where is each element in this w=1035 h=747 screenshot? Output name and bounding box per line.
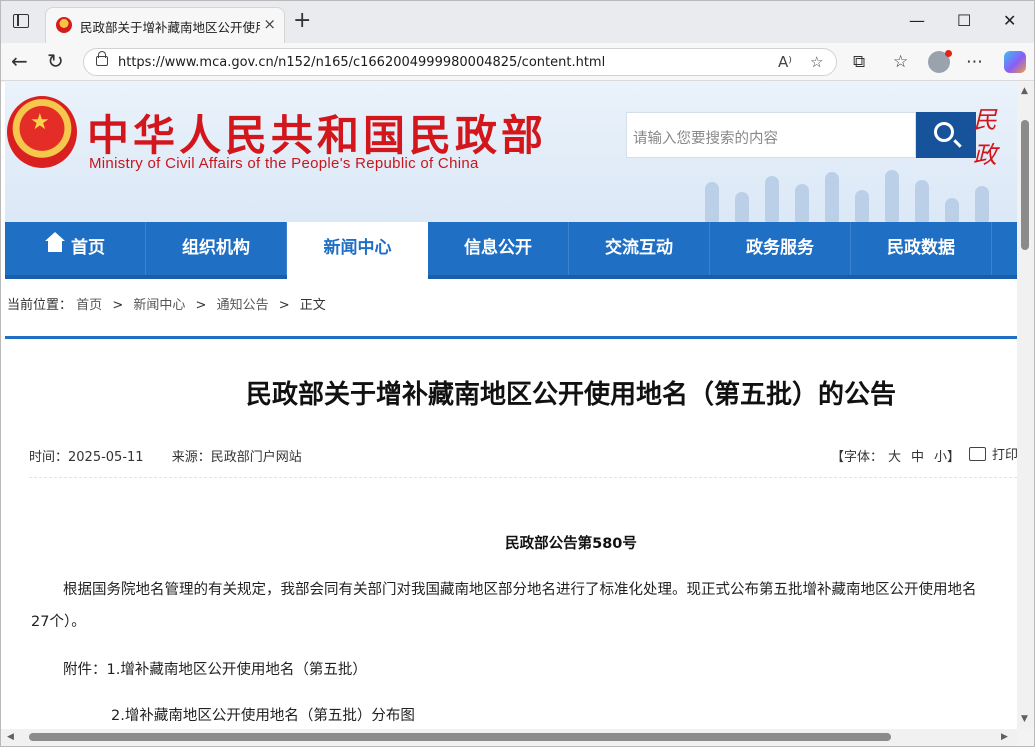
breadcrumb-news[interactable]: 新闻中心 — [133, 298, 185, 313]
lock-icon[interactable] — [96, 51, 108, 66]
menu-item-services[interactable]: 政务服务 — [710, 222, 851, 275]
menu-item-organization[interactable]: 组织机构 — [146, 222, 287, 275]
print-button[interactable]: 打印 — [969, 444, 1017, 463]
page-viewport: 中华人民共和国民政部 Ministry of Civil Affairs of … — [1, 82, 1017, 729]
print-label: 打印 — [992, 448, 1017, 463]
new-tab-button[interactable]: + — [293, 10, 311, 32]
copilot-icon[interactable] — [1004, 51, 1026, 73]
breadcrumb-notices[interactable]: 通知公告 — [217, 298, 269, 313]
browser-tab[interactable]: 民政部关于增补藏南地区公开使用地名 × — [45, 7, 285, 43]
article-source: 来源：民政部门户网站 — [171, 450, 302, 465]
breadcrumb-prefix: 当前位置： — [7, 298, 73, 313]
font-small-button[interactable]: 小】 — [934, 450, 960, 465]
article-meta: 时间：2025-05-11 来源：民政部门户网站 — [29, 446, 326, 465]
breadcrumb: 当前位置： 首页 > 新闻中心 > 通知公告 > 正文 — [7, 294, 326, 313]
more-options-icon[interactable]: ⋯ — [966, 53, 983, 71]
extensions-icon[interactable]: ⧉ — [853, 53, 865, 71]
attachment-link-2[interactable]: 2.增补藏南地区公开使用地名（第五批）分布图 — [111, 704, 415, 725]
body-paragraph-line: 根据国务院地名管理的有关规定，我部会同有关部门对我国藏南地区部分地名进行了标准化… — [63, 582, 977, 598]
menu-item-data[interactable]: 民政数据 — [851, 222, 992, 275]
font-medium-button[interactable]: 中 — [911, 450, 924, 465]
attachment-link-1[interactable]: 附件：1.增补藏南地区公开使用地名（第五批） — [63, 658, 367, 679]
address-bar[interactable]: https://www.mca.gov.cn/n152/n165/c166200… — [83, 48, 837, 76]
browser-window: 民政部关于增补藏南地区公开使用地名 × + — ☐ ✕ ← ↻ https://… — [0, 0, 1035, 747]
home-icon — [45, 232, 65, 254]
scroll-down-icon[interactable]: ▼ — [1021, 714, 1028, 724]
notice-number: 民政部公告第580号 — [505, 536, 637, 552]
maximize-button[interactable]: ☐ — [957, 11, 971, 30]
main-menu: 首页 组织机构 新闻中心 信息公开 交流互动 政务服务 民政数据 — [5, 222, 1017, 279]
menu-item-home[interactable]: 首页 — [5, 222, 146, 275]
article-date: 时间：2025-05-11 — [29, 450, 144, 465]
site-title: 中华人民共和国民政部 — [87, 111, 548, 160]
menu-item-label: 首页 — [71, 238, 105, 258]
search-button[interactable] — [916, 112, 976, 158]
national-emblem-icon — [7, 96, 77, 168]
scroll-left-icon[interactable]: ◀ — [7, 732, 14, 742]
search-icon — [934, 122, 954, 142]
calligraphy-logo: 民政 — [973, 106, 997, 169]
search-input[interactable]: 请输入您要搜索的内容 — [626, 112, 916, 158]
tab-actions-icon[interactable] — [13, 14, 29, 28]
breadcrumb-separator: > — [195, 298, 207, 313]
favorites-icon[interactable]: ☆ — [893, 53, 908, 71]
close-window-button[interactable]: ✕ — [1003, 11, 1016, 30]
article-title: 民政部关于增补藏南地区公开使用地名（第五批）的公告 — [245, 380, 896, 410]
menu-item-news[interactable]: 新闻中心 — [287, 222, 428, 279]
font-size-control: 【字体： 大中小】 — [831, 446, 965, 465]
favorite-star-icon[interactable]: ☆ — [810, 53, 823, 71]
menu-item-disclosure[interactable]: 信息公开 — [428, 222, 569, 275]
site-header: 中华人民共和国民政部 Ministry of Civil Affairs of … — [5, 82, 1017, 222]
breadcrumb-separator: > — [278, 298, 290, 313]
breadcrumb-home[interactable]: 首页 — [76, 298, 102, 313]
printer-icon — [969, 447, 986, 461]
font-size-label: 【字体： — [831, 450, 884, 465]
meta-divider — [29, 477, 1017, 478]
tab-bar: 民政部关于增补藏南地区公开使用地名 × + — ☐ ✕ — [1, 1, 1034, 43]
vertical-scrollbar[interactable]: ▲ ▼ — [1017, 82, 1034, 729]
back-icon[interactable]: ← — [11, 50, 28, 72]
tab-close-icon[interactable]: × — [263, 15, 276, 33]
font-large-button[interactable]: 大 — [888, 450, 901, 465]
tab-title: 民政部关于增补藏南地区公开使用地名 — [80, 20, 260, 35]
profile-avatar[interactable] — [928, 50, 952, 73]
minimize-button[interactable]: — — [909, 11, 925, 30]
menu-item-interaction[interactable]: 交流互动 — [569, 222, 710, 275]
scroll-right-icon[interactable]: ▶ — [1001, 732, 1008, 742]
scroll-up-icon[interactable]: ▲ — [1021, 86, 1028, 96]
favicon-icon — [56, 17, 72, 33]
read-aloud-icon[interactable]: A⁾ — [778, 53, 792, 71]
breadcrumb-separator: > — [112, 298, 124, 313]
site-subtitle: Ministry of Civil Affairs of the People'… — [89, 155, 479, 172]
body-paragraph-line: 27个）。 — [31, 614, 86, 630]
navigation-bar: ← ↻ https://www.mca.gov.cn/n152/n165/c16… — [1, 43, 1034, 81]
url-text[interactable]: https://www.mca.gov.cn/n152/n165/c166200… — [118, 55, 605, 70]
horizontal-scrollbar[interactable]: ◀ ▶ — [1, 729, 1017, 746]
vertical-scroll-thumb[interactable] — [1021, 120, 1029, 250]
breadcrumb-current: 正文 — [299, 298, 326, 313]
refresh-icon[interactable]: ↻ — [47, 50, 64, 72]
people-silhouette-decoration — [695, 167, 1015, 222]
horizontal-scroll-thumb[interactable] — [29, 733, 891, 741]
content-divider — [5, 336, 1017, 339]
